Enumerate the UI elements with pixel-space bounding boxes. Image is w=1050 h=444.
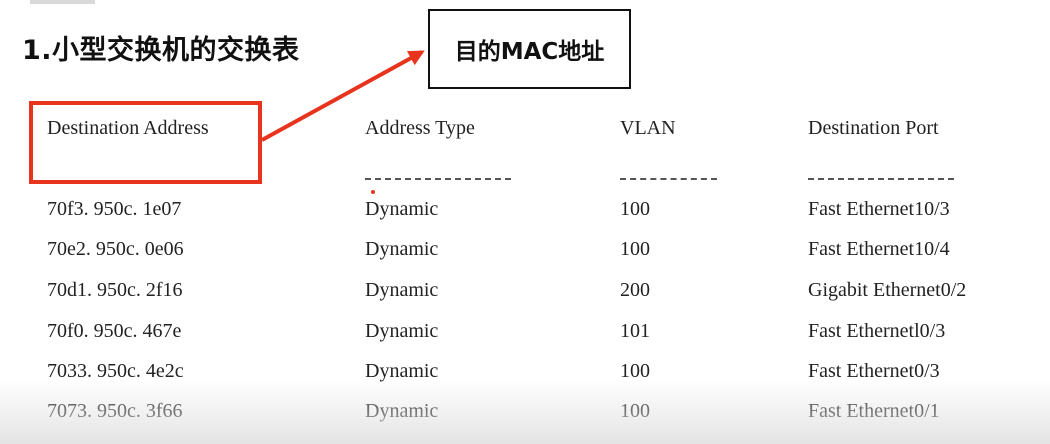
cell-address: 70d1. 950c. 2f16 [47,279,183,301]
cell-vlan: 101 [620,320,650,342]
table-row: 70f3. 950c. 1e07 Dynamic 100 Fast Ethern… [0,198,1050,238]
cell-address: 7073. 950c. 3f66 [47,400,183,422]
cell-type: Dynamic [365,320,439,342]
cell-type: Dynamic [365,279,439,301]
cell-type: Dynamic [365,400,439,422]
header-vlan: VLAN [620,117,676,139]
cell-port: Fast Ethernet10/4 [808,238,950,260]
cell-vlan: 100 [620,238,650,260]
cell-port: Fast Ethernet0/1 [808,400,940,422]
cell-vlan: 100 [620,360,650,382]
cell-type: Dynamic [365,238,439,260]
cell-port: Fast Ethernet0/3 [808,360,940,382]
cell-port: Gigabit Ethernet0/2 [808,279,967,301]
header-divider [620,178,717,180]
header-address-type: Address Type [365,117,475,139]
table-row: 70d1. 950c. 2f16 Dynamic 200 Gigabit Eth… [0,279,1050,319]
pointer-dot [371,190,375,194]
destination-address-highlight [29,101,262,184]
cell-vlan: 100 [620,198,650,220]
header-destination-address: Destination Address [47,117,209,139]
table-row: 70f0. 950c. 467e Dynamic 101 Fast Ethern… [0,320,1050,360]
table-row: 7073. 950c. 3f66 Dynamic 100 Fast Ethern… [0,400,1050,440]
table-row: 7033. 950c. 4e2c Dynamic 100 Fast Ethern… [0,360,1050,400]
cell-type: Dynamic [365,360,439,382]
header-divider [365,178,511,180]
header-destination-port: Destination Port [808,117,939,139]
header-divider [808,178,954,180]
cell-address: 70e2. 950c. 0e06 [47,238,184,260]
cell-address: 70f3. 950c. 1e07 [47,198,182,220]
table-row: 70e2. 950c. 0e06 Dynamic 100 Fast Ethern… [0,238,1050,278]
cell-type: Dynamic [365,198,439,220]
cell-port: Fast Ethernetl0/3 [808,320,946,342]
cell-address: 70f0. 950c. 467e [47,320,182,342]
cell-vlan: 100 [620,400,650,422]
cell-port: Fast Ethernet10/3 [808,198,950,220]
cell-address: 7033. 950c. 4e2c [47,360,184,382]
cell-vlan: 200 [620,279,650,301]
